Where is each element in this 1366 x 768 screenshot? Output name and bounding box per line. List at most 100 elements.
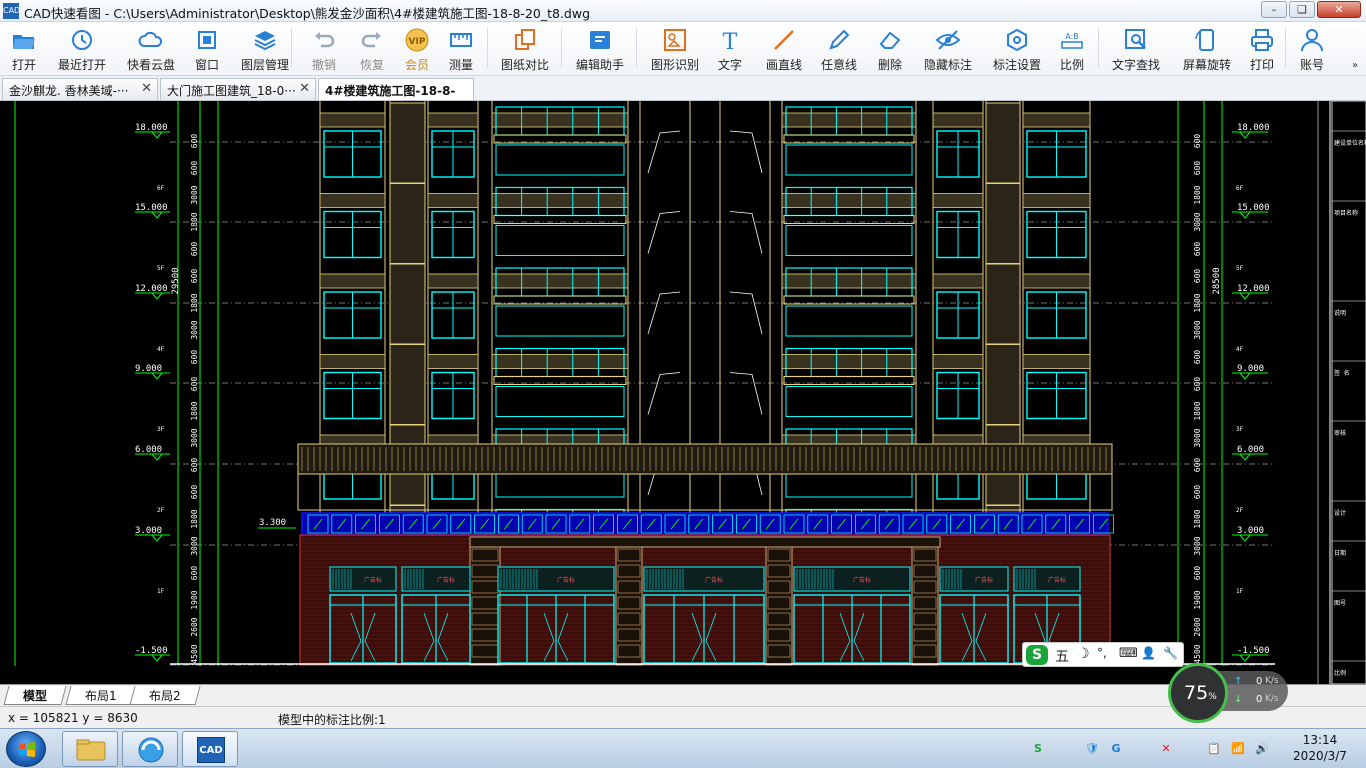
upload-unit: K/s	[1265, 676, 1279, 686]
ime-toolbar[interactable]: S 五 ☽ °, ⌨ 👤 🔧	[1022, 642, 1184, 667]
toolbar-button-rotate-screen[interactable]: 屏幕旋转	[1175, 25, 1239, 73]
start-button[interactable]	[6, 731, 46, 767]
line-icon	[771, 27, 797, 53]
tray-clipboard-icon[interactable]: 📋	[1206, 741, 1222, 757]
dimension-text-right: 3000	[1193, 320, 1202, 339]
toolbar-button-edit-assistant[interactable]: 编辑助手	[568, 25, 632, 73]
dimension-text-right: 3000	[1193, 536, 1202, 555]
windows-taskbar: CAD S 🛡 G ✕ 📋 📶 🔊 13:14 2020/3/7	[0, 728, 1366, 768]
document-tab-bar: 金沙麒龙. 香林美域-··· ✕ 大门施工图建筑_18-0··· ✕ 4#楼建筑…	[0, 76, 1366, 101]
toolbar-button-eraser[interactable]: 删除	[870, 25, 910, 73]
dimension-text-left: 600	[190, 134, 199, 149]
toolbar-button-layers[interactable]: 图层管理	[236, 25, 294, 73]
spandrel-band	[932, 193, 984, 208]
spandrel-band	[1022, 193, 1091, 208]
download-arrow-icon: ↓	[1234, 694, 1243, 705]
spandrel-band	[491, 112, 629, 128]
spandrel-band	[427, 273, 479, 289]
toolbar-button-user[interactable]: 账号	[1294, 25, 1330, 73]
eraser-icon	[877, 27, 903, 53]
spandrel-band	[319, 112, 386, 128]
toolbar-button-label: 图纸对比	[500, 58, 549, 72]
toolbar-button-label: 恢复	[359, 58, 384, 72]
keyboard-icon[interactable]: ⌨	[1119, 646, 1138, 661]
dimension-text-right: 1800	[1193, 509, 1202, 528]
tray-sogou-icon[interactable]: S	[1030, 741, 1046, 757]
dimension-text-right: 1800	[1193, 401, 1202, 420]
drawing-canvas[interactable]: 18.000 18.000 15.000 15.000 12.000 12.000 9.00…	[0, 101, 1366, 684]
toolbar-overflow-icon[interactable]: »	[1352, 60, 1358, 71]
toolbar-button-annotation-settings[interactable]: 标注设置	[986, 25, 1048, 73]
undo-icon	[311, 27, 337, 53]
punctuation-icon[interactable]: °,	[1097, 646, 1107, 660]
dimension-text-left: 600	[190, 458, 199, 473]
scale-icon: A:B	[1059, 27, 1085, 53]
toolbar-button-cloud[interactable]: 快看云盘	[120, 25, 182, 73]
tab-document-2[interactable]: 大门施工图建筑_18-0··· ✕	[160, 78, 316, 100]
ime-mode-label[interactable]: 五	[1055, 646, 1069, 666]
svg-text:T: T	[723, 30, 738, 53]
balcony-window-lower	[785, 305, 913, 337]
moon-icon[interactable]: ☽	[1077, 646, 1090, 662]
layout-tab-layout2[interactable]: 布局2	[129, 686, 201, 705]
spandrel-band	[1022, 112, 1091, 128]
sogou-logo-icon[interactable]: S	[1026, 645, 1048, 665]
toolbar-button-label: 快看云盘	[126, 58, 175, 72]
recess-line	[647, 291, 681, 335]
title-block-text: 日期	[1334, 549, 1346, 557]
taskbar-clock[interactable]: 13:14 2020/3/7	[1280, 732, 1360, 764]
tab-close-icon[interactable]: ✕	[299, 81, 310, 96]
dimension-text-left: 2600	[190, 617, 199, 636]
toolbar-button-shape-recognition[interactable]: 图形识别	[644, 25, 706, 73]
toolbar-button-scale[interactable]: A:B 比例	[1054, 25, 1090, 73]
layout-tab-model[interactable]: 模型	[3, 686, 67, 705]
minimize-button[interactable]: –	[1261, 1, 1287, 18]
balcony-window-lower	[495, 225, 625, 256]
toolbar-button-folder-open[interactable]: 打开	[4, 25, 44, 73]
maximize-button[interactable]: ❏	[1289, 1, 1315, 18]
toolbar-button-compare[interactable]: 图纸对比	[494, 25, 556, 73]
tab-document-3[interactable]: 4#楼建筑施工图-18-8-	[318, 78, 474, 100]
taskbar-explorer-button[interactable]	[62, 731, 118, 767]
toolbar-button-redo[interactable]: 恢复	[354, 25, 390, 73]
network-speed-widget[interactable]: ↑ 0 K/s ↓ 0 K/s 75%	[1168, 663, 1290, 723]
recess-line	[729, 291, 763, 335]
taskbar-browser-button[interactable]	[122, 731, 178, 767]
dimension-text-left: 600	[190, 350, 199, 365]
toolbar-button-line[interactable]: 画直线	[758, 25, 810, 73]
app-icon: CAD	[3, 3, 20, 19]
tray-network-alert-icon[interactable]: ✕	[1158, 741, 1174, 757]
toolbar-button-text-search[interactable]: 文字查找	[1106, 25, 1166, 73]
title-block-text: 签 名	[1334, 369, 1350, 377]
wrench-icon[interactable]: 🔧	[1163, 646, 1178, 660]
toolbar-button-eye-hide[interactable]: 隐藏标注	[916, 25, 980, 73]
tray-signal-icon[interactable]: 📶	[1230, 741, 1246, 757]
spandrel-band	[932, 273, 984, 289]
toolbar-button-window[interactable]: 窗口	[188, 25, 226, 73]
toolbar-button-measure[interactable]: 测量	[444, 25, 478, 73]
dimension-text-left: 1900	[190, 590, 199, 609]
spandrel-band	[319, 273, 386, 289]
toolbar-button-printer[interactable]: 打印	[1242, 25, 1282, 73]
tab-document-1[interactable]: 金沙麒龙. 香林美域-··· ✕	[2, 78, 158, 100]
user-icon[interactable]: 👤	[1141, 646, 1156, 660]
dimension-text-right: 3000	[1193, 428, 1202, 447]
toolbar-button-vip[interactable]: VIP 会员	[398, 25, 436, 73]
tab-close-icon[interactable]: ✕	[141, 81, 152, 96]
toolbar-button-label: 画直线	[765, 58, 802, 72]
title-bar: CAD CAD快速看图 - C:\Users\Administrator\Des…	[0, 0, 1366, 22]
close-button[interactable]: ✕	[1317, 1, 1361, 18]
taskbar-cad-button[interactable]: CAD	[182, 731, 238, 767]
toolbar-button-label: 账号	[1299, 58, 1324, 72]
dimension-text-right: 600	[1193, 134, 1202, 149]
tray-shield-icon[interactable]: 🛡	[1084, 741, 1100, 757]
toolbar-button-recent-clock[interactable]: 最近打开	[50, 25, 114, 73]
title-block-text: 比例	[1334, 669, 1346, 677]
tray-volume-icon[interactable]: 🔊	[1254, 741, 1270, 757]
toolbar-button-pencil[interactable]: 任意线	[816, 25, 862, 73]
toolbar-button-text[interactable]: T 文字	[712, 25, 748, 73]
tray-g-icon[interactable]: G	[1108, 741, 1124, 757]
toolbar-button-undo[interactable]: 撤销	[306, 25, 342, 73]
spandrel-band	[491, 193, 629, 208]
layout-tab-layout1[interactable]: 布局1	[65, 686, 137, 705]
